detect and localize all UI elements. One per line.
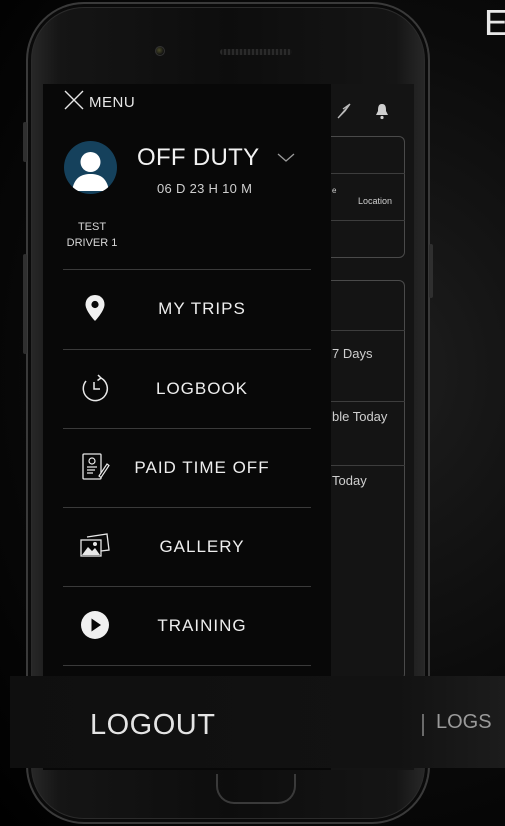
divider [63,665,311,666]
menu-item-training[interactable]: TRAINING [63,587,311,665]
logout-label: LOGOUT [90,709,216,741]
app-divider [331,173,405,174]
menu-item-label: TRAINING [157,616,247,635]
menu-close-button[interactable]: MENU [63,89,135,115]
corner-letter: E [484,2,505,43]
close-icon [63,89,85,115]
menu-item-label: PAID TIME OFF [134,458,270,477]
menu-item-label: LOGBOOK [155,379,249,398]
app-divider [331,330,405,331]
phone-screen: e Location 7 Days ble Today Today MENU T… [43,84,414,770]
send-icon[interactable] [336,102,352,124]
phone-side-button [23,254,27,354]
menu-item-logbook[interactable]: LOGBOOK [63,350,311,428]
driver-name-line1: TEST [77,221,107,233]
app-partial-label: e [332,186,337,195]
menu-item-label: GALLERY [159,537,245,556]
speaker-grille [220,49,292,55]
menu-item-paid-time-off[interactable]: PAID TIME OFF [63,429,311,507]
phone-side-button [429,244,433,298]
app-divider [331,220,405,221]
duty-status[interactable]: OFF DUTY [137,144,259,172]
menu-item-gallery[interactable]: GALLERY [63,508,311,586]
driver-name: TEST DRIVER 1 [53,219,131,251]
menu-item-label: MY TRIPS [158,299,246,318]
front-camera [155,46,165,56]
side-menu-drawer: MENU TEST DRIVER 1 OFF DUTY 06 D 23 H 10… [43,84,331,770]
duty-timer: 06 D 23 H 10 M [157,181,253,196]
phone-side-button [23,122,27,162]
logout-button[interactable]: LOGOUT [10,676,505,768]
driver-name-line2: DRIVER 1 [66,237,118,249]
app-header-actions [336,102,390,124]
chevron-down-icon[interactable] [277,148,295,167]
app-divider [331,401,405,402]
app-days-label: 7 Days [332,346,373,361]
avatar[interactable] [64,141,117,194]
app-available-label: ble Today [332,409,388,424]
user-icon [72,152,109,191]
menu-label: MENU [89,93,136,111]
app-location-label: Location [358,196,393,206]
logs-tab[interactable]: LOGS [436,711,492,734]
app-divider [331,465,405,466]
home-button [216,774,296,804]
menu-item-my-trips[interactable]: MY TRIPS [63,270,311,348]
bell-icon[interactable] [374,102,390,124]
logs-divider [422,714,428,736]
